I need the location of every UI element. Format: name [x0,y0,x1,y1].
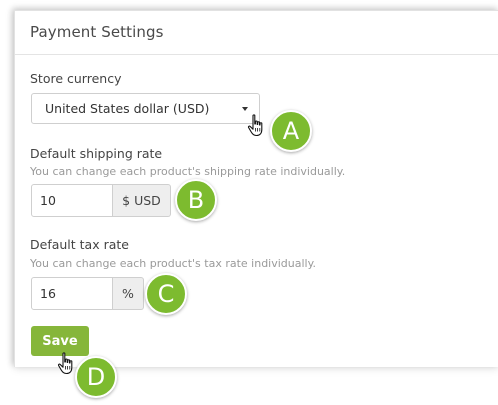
tax-rate-hint: You can change each product's tax rate i… [30,257,317,270]
panel-title: Payment Settings [30,23,164,41]
callout-badge-b: B [175,179,217,221]
payment-settings-panel: Payment Settings Store currency United S… [14,10,498,367]
tax-percent-addon: % [113,277,144,310]
store-currency-label: Store currency [30,71,122,86]
shipping-rate-hint: You can change each product's shipping r… [30,165,346,178]
shipping-rate-input[interactable] [31,184,113,217]
callout-badge-c: C [145,273,187,315]
callout-badge-a: A [270,110,312,152]
hand-pointer-icon [57,352,73,375]
shipping-rate-label: Default shipping rate [30,146,163,161]
hand-pointer-icon [247,114,263,137]
tax-rate-label: Default tax rate [30,237,129,252]
chevron-down-icon [242,107,248,111]
title-divider [15,54,498,55]
tax-rate-input[interactable] [31,277,113,310]
store-currency-value: United States dollar (USD) [45,101,210,116]
store-currency-select[interactable]: United States dollar (USD) [31,93,260,124]
shipping-currency-addon: $ USD [113,184,171,217]
callout-badge-d: D [75,356,117,398]
